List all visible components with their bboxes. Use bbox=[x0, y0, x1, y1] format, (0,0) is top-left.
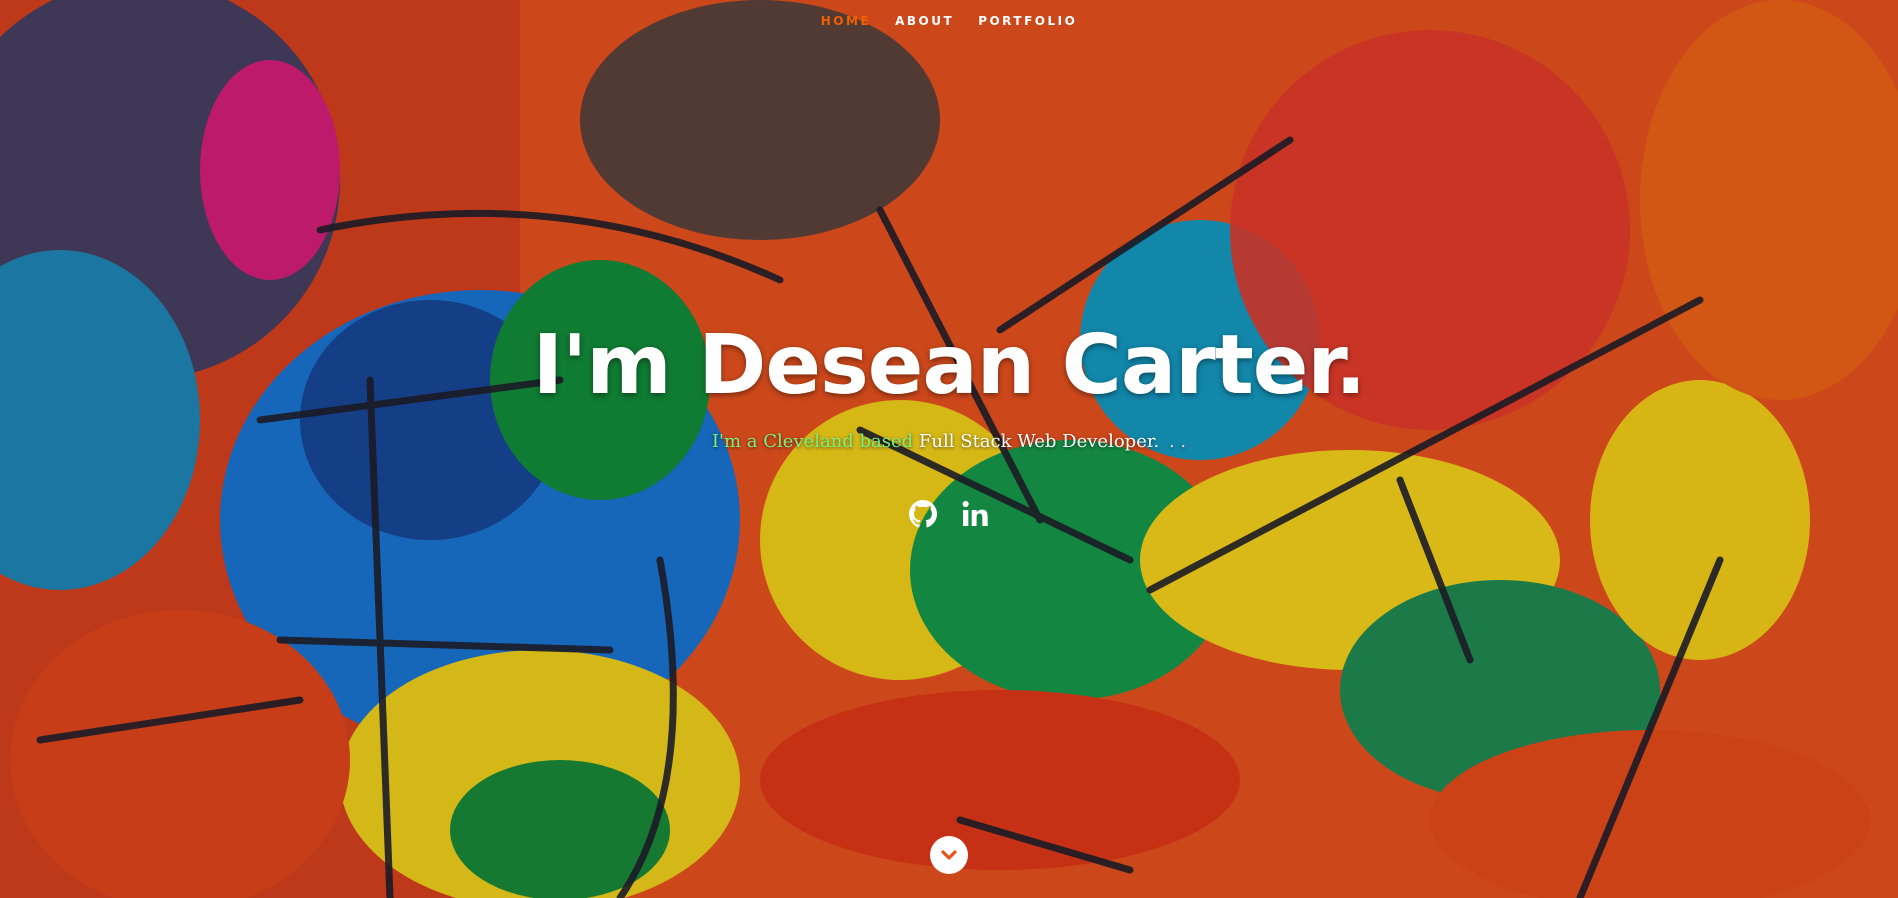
linkedin-link[interactable] bbox=[959, 498, 991, 534]
hero-tagline: I'm a Cleveland based Full Stack Web Dev… bbox=[0, 431, 1898, 452]
github-link[interactable] bbox=[907, 498, 939, 534]
hero-banner: I'm Desean Carter. I'm a Cleveland based… bbox=[0, 318, 1898, 452]
tagline-role: Full Stack Web Developer. bbox=[918, 431, 1160, 452]
chevron-down-icon bbox=[941, 850, 957, 860]
linkedin-icon bbox=[962, 500, 988, 526]
scroll-down-button[interactable] bbox=[930, 836, 968, 874]
tagline-highlight: I'm a Cleveland based bbox=[711, 431, 914, 452]
nav-about-link[interactable]: About bbox=[895, 14, 954, 28]
social-links bbox=[0, 498, 1898, 534]
github-icon bbox=[909, 500, 937, 528]
hero-title: I'm Desean Carter. bbox=[532, 318, 1367, 413]
typing-cursor: . . bbox=[1168, 431, 1187, 452]
nav-portfolio-link[interactable]: Portfolio bbox=[978, 14, 1077, 28]
main-nav: Home About Portfolio bbox=[0, 14, 1898, 28]
nav-home-link[interactable]: Home bbox=[821, 14, 871, 28]
